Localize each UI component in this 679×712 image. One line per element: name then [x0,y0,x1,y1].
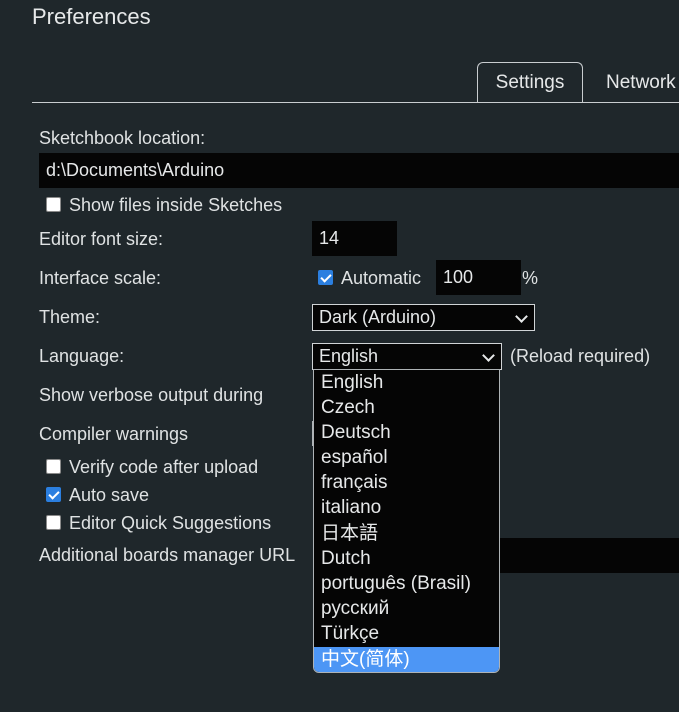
auto-save-checkbox[interactable] [46,487,61,502]
tab-settings[interactable]: Settings [477,62,583,103]
boards-manager-url-input[interactable] [480,538,679,573]
language-option[interactable]: Deutsch [314,420,499,445]
language-select[interactable]: English [312,343,502,370]
sketchbook-location-value: d:\Documents\Arduino [46,160,225,180]
automatic-scale-checkbox[interactable] [318,270,333,285]
language-option[interactable]: English [314,370,499,395]
chevron-down-icon [515,310,528,323]
scale-percent-value: 100 [443,267,474,287]
language-option[interactable]: Czech [314,395,499,420]
interface-scale-label: Interface scale: [39,268,162,288]
language-value: English [319,346,379,366]
font-size-value: 14 [319,228,340,248]
chevron-down-icon [482,349,495,362]
tab-network[interactable]: Network [606,62,676,103]
verify-after-upload-label: Verify code after upload [69,457,259,477]
language-option[interactable]: français [314,470,499,495]
language-label: Language: [39,346,125,366]
show-files-checkbox[interactable] [46,197,61,212]
language-option[interactable]: Türkçe [314,621,499,646]
quick-suggestions-checkbox[interactable] [46,515,61,530]
quick-suggestions-label: Editor Quick Suggestions [69,513,272,533]
reload-required-note: (Reload required) [510,346,651,366]
theme-value: Dark (Arduino) [319,307,437,327]
theme-label: Theme: [39,307,101,327]
language-dropdown: English Czech Deutsch español français i… [313,369,500,673]
sketchbook-label: Sketchbook location: [39,128,206,148]
theme-select[interactable]: Dark (Arduino) [312,304,535,331]
verbose-output-label: Show verbose output during [39,385,264,405]
language-option[interactable]: italiano [314,495,499,520]
window-title: Preferences [32,4,151,29]
scale-unit: % [522,268,539,288]
font-size-label: Editor font size: [39,229,164,249]
language-option-highlighted[interactable]: 中文(简体) [314,647,499,672]
language-option[interactable]: русский [314,596,499,621]
language-option[interactable]: Dutch [314,546,499,571]
verify-after-upload-checkbox[interactable] [46,459,61,474]
boards-manager-url-label: Additional boards manager URL [39,545,296,565]
scale-percent-input[interactable]: 100 [436,260,521,295]
tabs-divider [32,102,679,103]
language-option[interactable]: português (Brasil) [314,571,499,596]
font-size-input[interactable]: 14 [312,221,397,256]
sketchbook-location-input[interactable]: d:\Documents\Arduino [39,153,679,188]
language-option[interactable]: 日本語 [314,521,499,546]
language-option[interactable]: español [314,445,499,470]
compiler-warnings-label: Compiler warnings [39,424,189,444]
automatic-scale-label: Automatic [341,268,422,288]
show-files-label: Show files inside Sketches [69,195,283,215]
auto-save-label: Auto save [69,485,150,505]
